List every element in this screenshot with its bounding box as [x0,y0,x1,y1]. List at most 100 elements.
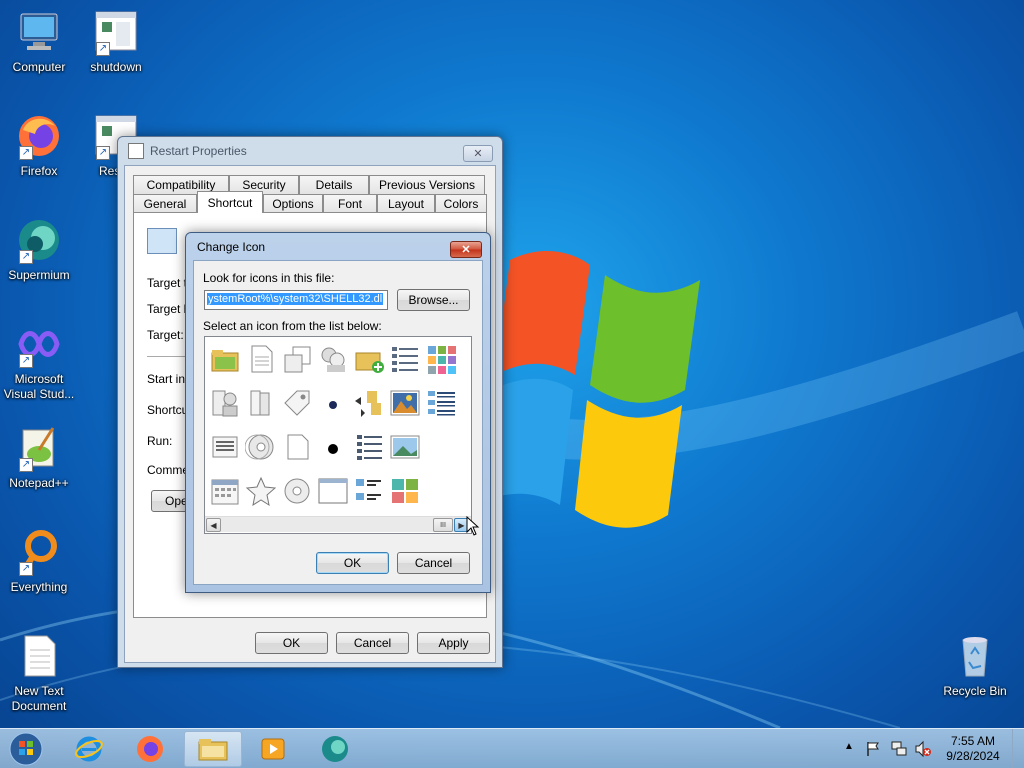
show-hidden-icons-button[interactable]: ▲ [844,741,854,752]
folder-icon[interactable] [209,343,241,375]
internet-explorer-icon [75,736,103,762]
landscape-picture-icon[interactable] [389,431,421,463]
shortcut-arrow-icon: ↗ [96,42,110,56]
disc-icon[interactable] [281,475,313,507]
tab-font[interactable]: Font [323,194,377,213]
change-icon-titlebar[interactable]: Change Icon [186,233,490,261]
text-lines-icon[interactable] [209,431,241,463]
taskbar-firefox[interactable] [121,731,179,767]
shortcut-arrow-icon: ↗ [19,354,33,368]
icon-list[interactable] [204,336,472,534]
tab-options[interactable]: Options [263,194,323,213]
start-button[interactable] [2,731,50,767]
desktop-icon-recycle-bin[interactable]: Recycle Bin [936,632,1014,699]
details-list-icon[interactable] [353,431,385,463]
shortcut-arrow-icon: ↗ [96,146,110,160]
icon-file-path-value: ystemRoot%\system32\SHELL32.dll [207,293,383,305]
shortcut-icon [128,143,144,159]
icon-list-scrollbar[interactable]: ◀ III ▶ [205,516,471,532]
tab-previous-versions[interactable]: Previous Versions [369,175,485,194]
label-target: Target: [147,328,184,342]
desktop-icon-notepadpp[interactable]: ↗ Notepad++ [0,424,78,491]
dialog-title: Change Icon [197,240,266,254]
everything-icon: ↗ [15,528,63,576]
apply-button[interactable]: Apply [417,632,490,654]
cd-drive-icon[interactable] [244,431,277,463]
desktop-icon-label: Notepad++ [9,476,69,490]
cancel-button[interactable]: Cancel [336,632,409,654]
content-view-icon[interactable] [353,475,385,507]
dot-icon[interactable] [317,431,349,463]
ok-button[interactable]: OK [255,632,328,654]
close-button[interactable]: ✕ [450,241,482,258]
close-button[interactable]: ✕ [463,145,493,162]
tiles-view-icon[interactable] [389,475,421,507]
computer-icon [15,8,63,56]
tab-shortcut[interactable]: Shortcut [197,191,263,213]
calendar-icon[interactable] [209,475,241,507]
mouse-cursor-icon [466,516,480,536]
desktop-icon-shutdown[interactable]: ↗ shutdown [77,8,155,75]
look-for-icons-label: Look for icons in this file: [203,271,335,285]
desktop-icon-label: shutdown [90,60,142,74]
network-icon[interactable] [890,740,908,758]
recycle-bin-icon [951,632,999,680]
desktop-icon-new-text-document[interactable]: New Text Document [0,632,78,714]
shortcut-arrow-icon: ↗ [19,146,33,160]
desktop-icon-firefox[interactable]: ↗ Firefox [0,112,78,179]
shortcut-arrow-icon: ↗ [19,562,33,576]
text-document-icon [15,632,63,680]
desktop-icon-supermium[interactable]: ↗ Supermium [0,216,78,283]
taskbar-internet-explorer[interactable] [60,731,118,767]
action-center-flag-icon[interactable] [866,741,880,757]
desktop-icon-label: Firefox [20,164,58,178]
document-icon[interactable] [245,343,277,375]
window-title: Restart Properties [150,144,247,158]
browse-button[interactable]: Browse... [397,289,470,311]
desktop-icon-label: Computer [12,60,66,74]
desktop-icon-visual-studio[interactable]: ↗ Microsoft Visual Stud... [0,320,78,402]
visual-studio-icon: ↗ [15,320,63,368]
scroll-left-button[interactable]: ◀ [206,518,221,532]
tab-layout[interactable]: Layout [377,194,435,213]
network-users-icon[interactable] [317,343,349,375]
library-icon[interactable] [245,387,277,419]
new-folder-icon[interactable] [353,343,385,375]
blank-page-icon[interactable] [281,431,313,463]
cancel-button[interactable]: Cancel [397,552,470,574]
ok-button[interactable]: OK [316,552,389,574]
files-sort-icon[interactable] [353,387,385,419]
desktop-icon-label: New Text Document [11,684,67,713]
desktop-icon-everything[interactable]: ↗ Everything [0,528,78,595]
bullet-icon[interactable] [317,387,349,419]
clock-time: 7:55 AM [950,734,996,748]
scrollbar-thumb[interactable]: III [433,518,453,532]
tag-icon[interactable] [281,387,313,419]
tab-general[interactable]: General [133,194,197,213]
details-view-icon[interactable] [389,343,421,375]
supermium-icon [322,736,348,762]
tab-colors[interactable]: Colors [435,194,487,213]
taskbar-clock[interactable]: 7:55 AM 9/28/2024 [938,734,1008,764]
taskbar-file-explorer[interactable] [184,731,242,767]
taskbar-media-player[interactable] [244,731,302,767]
label-start-in: Start in: [147,372,189,386]
user-accounts-icon[interactable] [209,387,241,419]
list-view-icon[interactable] [425,387,457,419]
media-player-icon [261,738,285,760]
shortcut-icon: ↗ [92,8,140,56]
desktop-icon-computer[interactable]: Computer [0,8,78,75]
shortcut-arrow-icon: ↗ [19,250,33,264]
supermium-icon: ↗ [15,216,63,264]
volume-muted-icon[interactable] [914,740,932,758]
thumbnails-view-icon[interactable] [425,343,457,375]
icon-file-path-input[interactable]: ystemRoot%\system32\SHELL32.dll [204,290,388,310]
show-desktop-button[interactable] [1012,729,1024,768]
window-frame-icon[interactable] [317,475,349,507]
pictures-icon[interactable] [389,387,421,419]
properties-titlebar[interactable]: Restart Properties [118,137,502,165]
star-icon[interactable] [245,475,277,507]
taskbar-supermium[interactable] [306,731,364,767]
windows-application-icon[interactable] [281,343,313,375]
tab-details[interactable]: Details [299,175,369,194]
